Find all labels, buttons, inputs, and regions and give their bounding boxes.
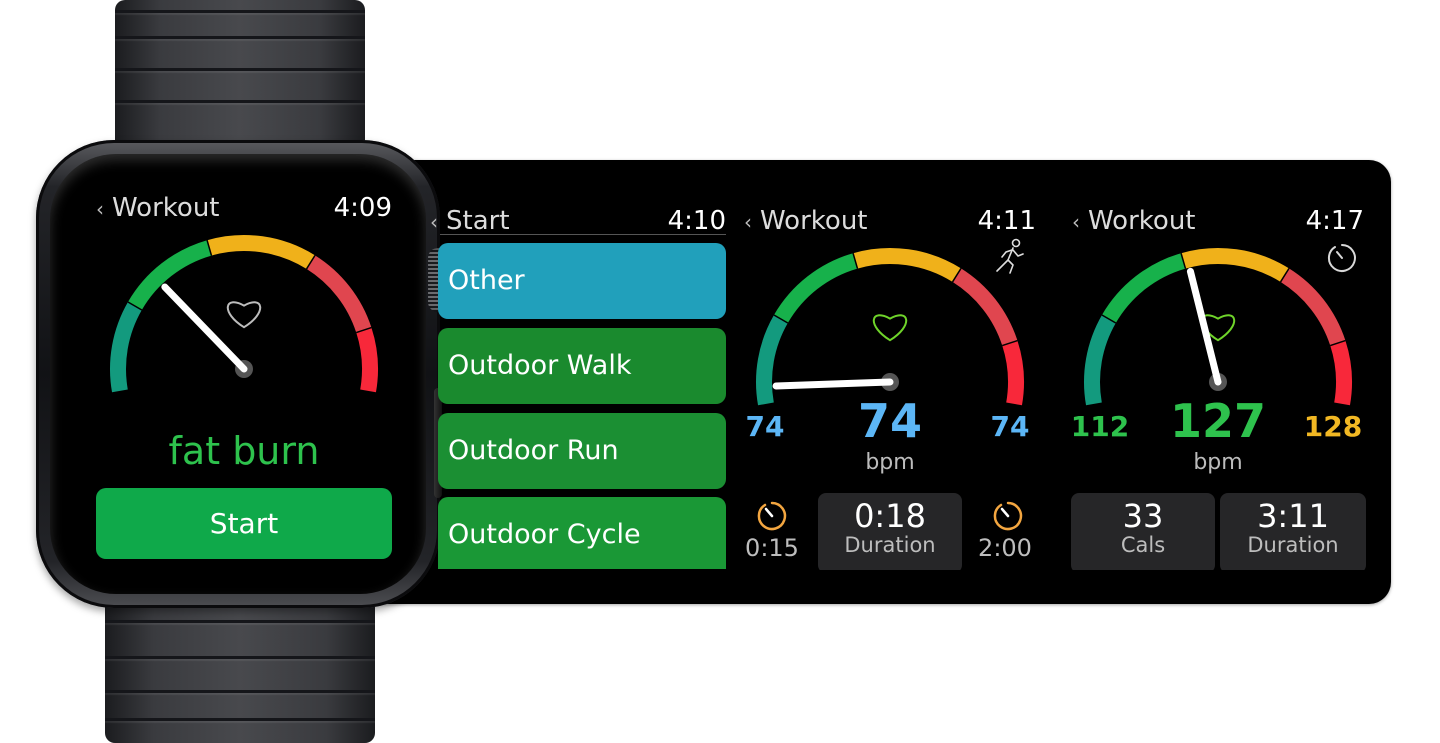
zone-yellow-segment (207, 235, 316, 270)
start-button[interactable]: Start (96, 488, 392, 559)
zone-green-segment (773, 253, 858, 324)
header-title[interactable]: Workout (112, 193, 220, 223)
zone-label: fat burn (168, 429, 320, 473)
header: ‹ Workout 4:11 (740, 198, 1040, 238)
workout-list: Other Outdoor Walk Outdoor Run Outdoor C… (438, 243, 726, 570)
current-hr-value: 127 (1169, 394, 1267, 448)
screen-workout-active: ‹ Workout 4:17 112 127 128 bpm 33 Cals 3… (1068, 198, 1368, 570)
bpm-unit: bpm (865, 450, 915, 475)
list-item-label: Outdoor Walk (448, 350, 632, 381)
zone-teal-segment (110, 302, 142, 393)
clock-time: 4:10 (667, 206, 726, 236)
back-chevron-icon[interactable]: ‹ (430, 210, 438, 234)
gauge-needle (161, 283, 248, 373)
heart-icon (872, 314, 908, 342)
duration-tile: 3:11 Duration (1220, 493, 1366, 570)
calories-tile: 33 Cals (1071, 493, 1215, 570)
list-item-other[interactable]: Other (438, 243, 726, 319)
header-divider (440, 234, 726, 235)
list-item-outdoor-run[interactable]: Outdoor Run (438, 413, 726, 489)
zone-yellow-segment (853, 248, 962, 283)
list-item-label: Other (448, 265, 525, 296)
gauge-needle (772, 378, 894, 390)
list-item-outdoor-walk[interactable]: Outdoor Walk (438, 328, 726, 404)
list-item-outdoor-cycle[interactable]: Outdoor Cycle (438, 497, 726, 569)
back-chevron-icon[interactable]: ‹ (96, 197, 104, 221)
zone-red-segment (356, 327, 378, 393)
header: ‹ Workout 4:17 (1068, 198, 1368, 238)
duration-value: 3:11 (1257, 497, 1329, 535)
duration-value: 0:18 (854, 497, 926, 535)
timer-left-icon (757, 501, 787, 531)
back-chevron-icon[interactable]: ‹ (1072, 210, 1080, 234)
duration-label: Duration (1247, 533, 1339, 557)
calories-label: Cals (1120, 533, 1166, 557)
clock-time: 4:09 (333, 193, 392, 223)
screen-workout-type: ‹ Start 4:10 Other Outdoor Walk Outdoor … (430, 198, 730, 570)
watch-band-bottom (105, 600, 375, 743)
heart-rate-gauge (110, 235, 378, 393)
heart-rate-gauge (1084, 248, 1352, 406)
heart-rate-gauge (756, 248, 1024, 406)
start-button-label: Start (209, 507, 279, 540)
list-item-label: Outdoor Run (448, 435, 619, 466)
clock-time: 4:17 (1305, 206, 1364, 236)
calories-value: 33 (1122, 497, 1164, 535)
back-chevron-icon[interactable]: ‹ (744, 210, 752, 234)
zone-red-segment (1330, 340, 1352, 406)
header-title[interactable]: Start (446, 206, 510, 236)
screen-workout-warmup: ‹ Workout 4:11 74 74 74 bpm 0:15 0:18 Du… (740, 198, 1040, 570)
min-hr-value: 112 (1070, 410, 1130, 443)
max-hr-value: 128 (1303, 410, 1363, 443)
gauge-needle (1186, 267, 1222, 386)
zone-teal-segment (1084, 315, 1116, 406)
max-hr-value: 74 (990, 410, 1030, 443)
header-title[interactable]: Workout (760, 206, 868, 236)
zone-yellow-segment (1181, 248, 1290, 283)
header: ‹ Start 4:10 (430, 198, 730, 238)
zone-teal-segment (756, 315, 788, 406)
current-hr-value: 74 (857, 394, 922, 448)
duration-label: Duration (844, 533, 936, 557)
duration-tile: 0:18 Duration (818, 493, 962, 570)
heart-icon (226, 301, 262, 329)
zone-green-segment (1101, 253, 1186, 324)
timer-right-value: 2:00 (978, 534, 1032, 562)
zone-salmon-segment (1280, 268, 1346, 346)
header-title[interactable]: Workout (1088, 206, 1196, 236)
timer-right-icon (993, 501, 1023, 531)
screen-zone-select: ‹ Workout 4:09 fat burn Start (92, 185, 396, 565)
list-item-label: Outdoor Cycle (448, 519, 641, 550)
header: ‹ Workout 4:09 (92, 185, 396, 225)
bpm-unit: bpm (1193, 450, 1243, 475)
timer-left-value: 0:15 (745, 534, 799, 562)
min-hr-value: 74 (745, 410, 785, 443)
zone-salmon-segment (306, 255, 372, 333)
clock-time: 4:11 (977, 206, 1036, 236)
zone-salmon-segment (952, 268, 1018, 346)
zone-red-segment (1002, 340, 1024, 406)
